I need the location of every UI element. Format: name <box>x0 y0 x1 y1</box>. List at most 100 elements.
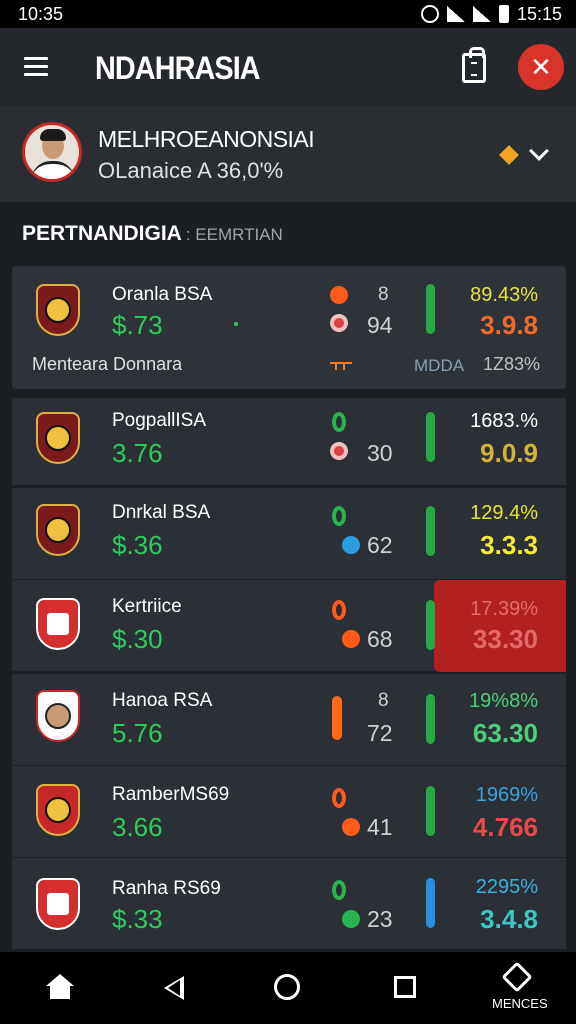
status-icons: 15:15 <box>420 3 562 25</box>
section-title-text: PERTNANDIGIA <box>22 222 182 245</box>
team-name: Hanoa RSA <box>112 690 213 711</box>
top-count: 8 <box>378 690 389 711</box>
close-action-button[interactable]: ✕ <box>518 44 564 90</box>
team-price: 3.66 <box>112 812 163 842</box>
green-bar-icon <box>426 412 435 462</box>
stat-percent: 2295% <box>475 876 538 898</box>
red-dot-icon <box>330 442 348 460</box>
green-bar-icon <box>426 284 435 334</box>
stat-count: 23 <box>367 906 393 932</box>
match-card[interactable]: Ranha RS69 $.33 23 2295% 3.4.8 <box>12 858 566 950</box>
home-icon[interactable] <box>46 974 74 1000</box>
team-price: 5.76 <box>112 718 163 748</box>
team-crest-icon <box>36 284 80 336</box>
menu-icon[interactable] <box>24 57 48 77</box>
match-code: MDDA <box>414 356 465 375</box>
stat-value: 4.766 <box>472 812 538 842</box>
profile-subtitle: OLanaice A 36,0'% <box>98 158 284 183</box>
battery-icon <box>498 5 509 23</box>
team-crest-icon <box>36 598 80 650</box>
green-bar-icon <box>426 694 435 744</box>
team-name: PogpallISA <box>112 410 207 431</box>
team-price: $.33 <box>112 904 163 934</box>
green-ring-icon <box>332 506 346 526</box>
orange-dot-icon <box>342 818 360 836</box>
navigation-bar: MENCES <box>0 952 576 1024</box>
blue-bar-icon <box>426 878 435 928</box>
match-extra-percent: 1Z83% <box>482 354 540 374</box>
team-crest-icon <box>36 412 80 464</box>
team-name: Ranha RS69 <box>112 878 221 899</box>
team-name: Oranla BSA <box>112 284 213 305</box>
profile-name: MELHROEANONSIAI <box>98 126 315 152</box>
team-crest-icon <box>36 784 80 836</box>
stat-count: 62 <box>367 532 393 558</box>
status-bar: 10:35 15:15 <box>0 0 576 28</box>
stat-value: 9.0.9 <box>480 438 538 468</box>
team-crest-icon <box>36 878 80 930</box>
app-bar: NDAHRASIA ✕ <box>0 28 576 106</box>
diamond-icon[interactable] <box>499 145 519 165</box>
red-dot-icon <box>330 314 348 332</box>
section-title: PERTNANDIGIA: EEMRTIAN <box>22 222 283 246</box>
signal-icon <box>446 6 465 22</box>
stat-percent: 129.4% <box>470 502 538 524</box>
bag-icon[interactable] <box>462 47 486 83</box>
team-price: $.36 <box>112 530 163 560</box>
orange-dot-icon <box>342 630 360 648</box>
stat-percent: 89.43% <box>470 284 538 306</box>
bracket-icon <box>330 362 352 370</box>
status-time-left: 10:35 <box>18 3 64 24</box>
stat-percent: 19%8% <box>469 690 538 712</box>
more-label: MENCES <box>492 996 548 1011</box>
team-name: Kertriice <box>112 596 182 617</box>
blue-dot-icon <box>342 536 360 554</box>
green-ring-icon <box>332 880 346 900</box>
team-name: Dnrkal BSA <box>112 502 211 523</box>
green-bar-icon <box>426 600 435 650</box>
stat-count: 41 <box>367 814 393 840</box>
orange-ring-icon <box>332 600 346 620</box>
stat-percent: 1683.% <box>470 410 538 432</box>
team-price: $.73 <box>112 310 163 340</box>
team-price: 3.76 <box>112 438 163 468</box>
stat-value: 63.30 <box>472 718 538 748</box>
x-icon: ✕ <box>530 51 552 82</box>
match-card[interactable]: RamberMS69 3.66 41 1969% 4.766 <box>12 766 566 858</box>
team-crest-icon <box>36 690 80 742</box>
stat-percent: 17.39% <box>470 598 538 620</box>
team-price: $.30 <box>112 624 163 654</box>
team-name: RamberMS69 <box>112 784 230 805</box>
stat-value: 33.30 <box>472 624 538 654</box>
green-ring-icon <box>332 412 346 432</box>
status-time-right: 15:15 <box>516 3 562 24</box>
signal-icon-2 <box>472 6 491 22</box>
more-icon[interactable] <box>501 961 533 993</box>
alarm-icon <box>420 5 439 23</box>
match-card[interactable]: Oranla BSA $.73 8 94 89.43% 3.9.8 Mentea… <box>12 266 566 390</box>
profile-header[interactable]: MELHROEANONSIAI OLanaice A 36,0'% <box>0 106 576 202</box>
stat-count: 30 <box>367 440 393 466</box>
stat-count: 68 <box>367 626 393 652</box>
stat-value: 3.9.8 <box>480 310 538 340</box>
match-card-highlighted[interactable]: Kertriice $.30 68 17.39% 33.30 <box>12 580 566 672</box>
back-icon[interactable] <box>164 976 184 1000</box>
match-card[interactable]: Dnrkal BSA $.36 62 129.4% 3.3.3 <box>12 488 566 580</box>
tiny-dot-icon <box>234 322 238 326</box>
avatar[interactable] <box>22 122 82 182</box>
top-count: 8 <box>378 284 389 305</box>
orange-pill-icon <box>332 696 342 740</box>
match-card[interactable]: PogpallISA 3.76 30 1683.% 9.0.9 <box>12 398 566 486</box>
green-dot-icon <box>342 910 360 928</box>
green-bar-icon <box>426 506 435 556</box>
match-card[interactable]: Hanoa RSA 5.76 8 72 19%8% 63.30 <box>12 674 566 766</box>
app-title: NDAHRASIA <box>95 50 261 86</box>
match-subtitle: Menteara Donnara <box>32 354 183 374</box>
home-circle-icon[interactable] <box>274 974 300 1000</box>
orange-dot-icon <box>330 286 348 304</box>
section-subtitle: : EEMRTIAN <box>185 225 283 244</box>
recents-icon[interactable] <box>394 976 416 998</box>
orange-ring-icon <box>332 788 346 808</box>
green-bar-icon <box>426 786 435 836</box>
chevron-down-icon[interactable] <box>529 141 549 161</box>
